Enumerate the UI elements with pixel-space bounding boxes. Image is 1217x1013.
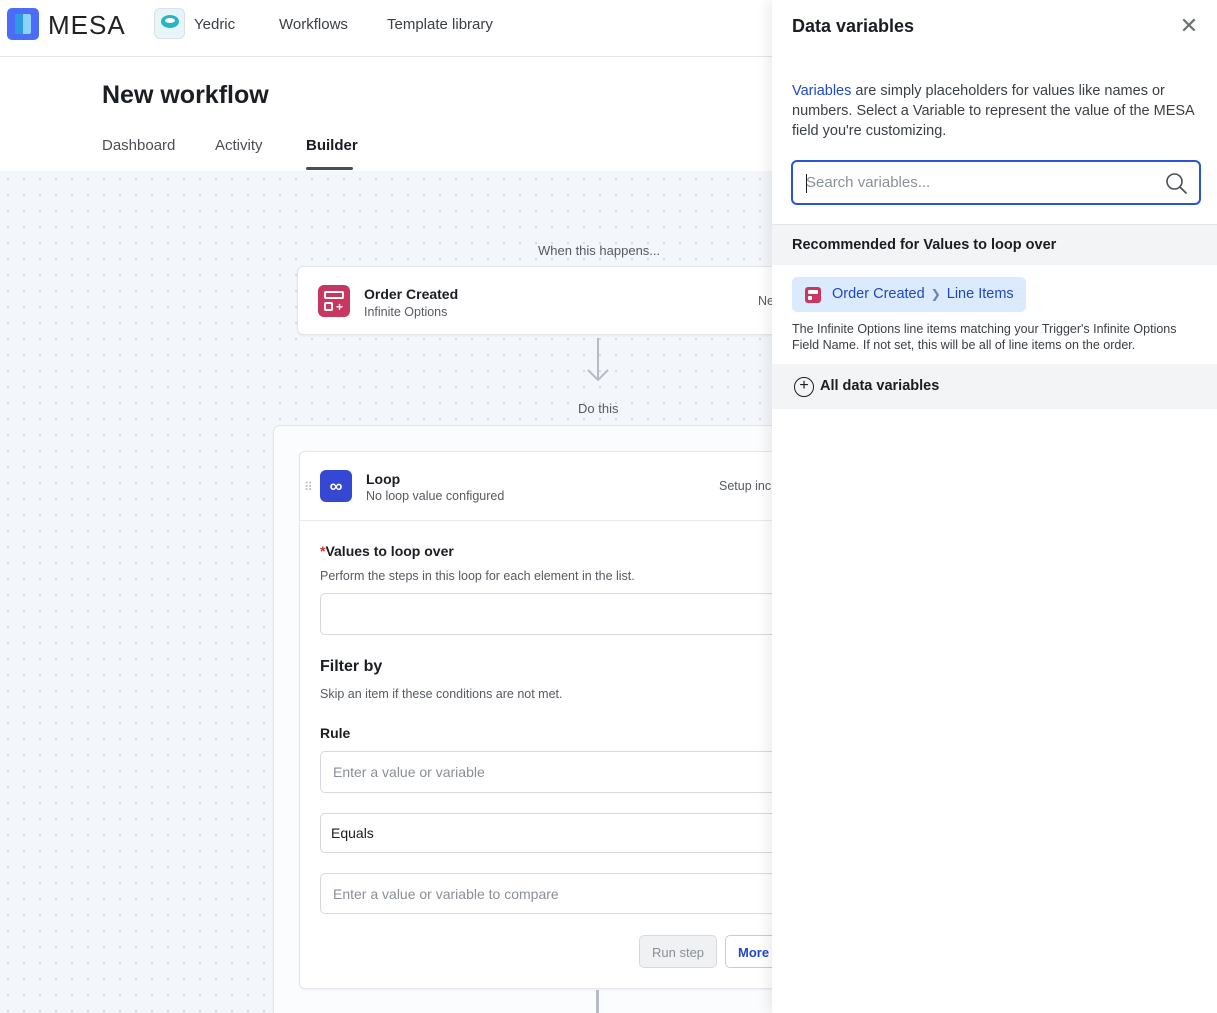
tab-builder[interactable]: Builder — [306, 137, 358, 154]
trigger-caption: When this happens... — [538, 243, 661, 258]
trigger-title: Order Created — [364, 286, 459, 302]
data-variables-panel: Data variables ✕ Variables are simply pl… — [772, 0, 1217, 1013]
nav-link-workflows[interactable]: Workflows — [279, 16, 348, 33]
store-name[interactable]: Yedric — [194, 16, 235, 33]
brand-name[interactable]: MESA — [48, 10, 126, 41]
active-tab-indicator — [306, 167, 353, 170]
search-variables-input[interactable]: Search variables... — [791, 160, 1201, 205]
rule-label: Rule — [320, 725, 351, 741]
drag-handle-icon[interactable]: ⠿ — [304, 480, 313, 494]
text-caret — [806, 174, 807, 193]
loop-status: No loop value configured — [366, 489, 505, 503]
run-step-button[interactable]: Run step — [639, 935, 718, 968]
variable-chip-line-items[interactable]: Order Created ❯ Line Items — [792, 277, 1026, 312]
operator-select[interactable]: Equals — [320, 813, 790, 853]
chip-description: The Infinite Options line items matching… — [792, 322, 1177, 352]
all-data-variables-row[interactable]: + All data variables — [772, 364, 1217, 409]
filter-title: Filter by — [320, 658, 383, 675]
loop-container: ⠿ ∞ Loop No loop value configured Setup … — [273, 425, 803, 1013]
chip-field: Line Items — [946, 286, 1014, 302]
tab-dashboard[interactable]: Dashboard — [102, 137, 175, 154]
values-to-loop-input[interactable] — [320, 593, 790, 635]
chip-source: Order Created — [832, 286, 925, 302]
loop-infinity-icon: ∞ — [320, 470, 352, 502]
plus-circle-icon: + — [794, 377, 814, 397]
search-icon[interactable] — [1165, 172, 1187, 194]
loop-side-text: Setup inc — [719, 479, 772, 493]
infinite-options-app-icon: + — [318, 285, 350, 317]
connector-line — [596, 990, 599, 1013]
mesa-logo-icon[interactable] — [7, 8, 39, 40]
trigger-app-name: Infinite Options — [364, 305, 448, 319]
rule-input[interactable]: Enter a value or variable — [320, 751, 790, 793]
close-icon[interactable]: ✕ — [1177, 14, 1201, 38]
all-data-variables-label: All data variables — [820, 378, 940, 394]
values-to-loop-help: Perform the steps in this loop for each … — [320, 569, 635, 583]
divider — [300, 520, 802, 521]
chevron-right-icon: ❯ — [930, 287, 941, 301]
action-caption: Do this — [578, 401, 619, 416]
search-placeholder: Search variables... — [806, 174, 931, 191]
panel-title: Data variables — [792, 16, 915, 36]
recommended-heading: Recommended for Values to loop over — [772, 224, 1217, 265]
panel-description: Variables are simply placeholders for va… — [792, 83, 1194, 139]
nav-link-template-library[interactable]: Template library — [387, 16, 493, 33]
loop-title: Loop — [366, 471, 401, 487]
arrow-down-icon — [587, 338, 609, 382]
infinite-options-app-icon — [805, 287, 821, 303]
values-to-loop-label: *Values to loop over — [320, 543, 454, 559]
trigger-card[interactable]: + Order Created Infinite Options Ne — [297, 266, 787, 335]
builder-canvas[interactable]: When this happens... + Order Created Inf… — [0, 171, 803, 1013]
compare-input[interactable]: Enter a value or variable to compare — [320, 873, 790, 914]
filter-help: Skip an item if these conditions are not… — [320, 687, 563, 701]
tab-activity[interactable]: Activity — [215, 137, 263, 154]
page-title: New workflow — [102, 81, 269, 109]
store-avatar[interactable] — [154, 8, 185, 39]
variables-link[interactable]: Variables — [792, 83, 851, 99]
loop-card[interactable]: ⠿ ∞ Loop No loop value configured Setup … — [299, 451, 802, 989]
